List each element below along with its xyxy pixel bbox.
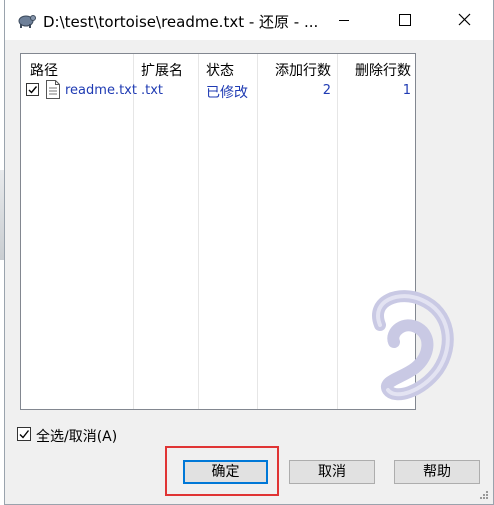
file-status-cell: 已修改 — [206, 85, 248, 101]
help-button[interactable]: 帮助 — [394, 460, 480, 484]
tortoise-icon — [18, 15, 36, 28]
column-divider — [198, 54, 199, 409]
checkmark-icon — [19, 430, 30, 439]
tortoise-watermark-icon — [372, 290, 454, 401]
column-header-added[interactable]: 添加行数 — [257, 60, 331, 80]
maximize-icon — [399, 14, 411, 26]
file-extension-cell: .txt — [141, 83, 164, 98]
column-divider — [133, 54, 134, 409]
column-divider — [337, 54, 338, 409]
close-icon — [458, 13, 471, 26]
revert-dialog: D:\test\tortoise\readme.txt - 还原 - ... 路… — [4, 0, 494, 505]
ok-button[interactable]: 确定 — [183, 460, 268, 484]
minimize-button[interactable] — [321, 0, 367, 40]
window-title: D:\test\tortoise\readme.txt - 还原 - ... — [43, 13, 319, 31]
lines-added-cell: 2 — [322, 83, 331, 98]
select-all-checkbox[interactable] — [17, 427, 31, 441]
column-header-extension[interactable]: 扩展名 — [141, 60, 183, 80]
checkmark-icon — [28, 86, 38, 94]
maximize-button[interactable] — [381, 0, 427, 40]
minimize-icon — [339, 20, 349, 21]
column-header-status[interactable]: 状态 — [206, 60, 234, 80]
lines-deleted-cell: 1 — [402, 83, 411, 98]
close-button[interactable] — [441, 0, 487, 40]
cancel-button[interactable]: 取消 — [289, 460, 375, 484]
column-divider — [257, 54, 258, 409]
text-file-icon — [46, 80, 60, 99]
column-header-deleted[interactable]: 删除行数 — [337, 60, 411, 80]
column-header-path[interactable]: 路径 — [30, 60, 58, 80]
row-checkbox[interactable] — [26, 83, 39, 96]
resize-grip-icon[interactable] — [479, 490, 489, 500]
select-all-label: 全选/取消(A) — [36, 429, 118, 445]
title-bar[interactable]: D:\test\tortoise\readme.txt - 还原 - ... — [5, 0, 493, 40]
changed-files-list[interactable]: 路径 扩展名 状态 添加行数 删除行数 readme.txt .txt 已修改 … — [20, 53, 416, 410]
file-path-cell[interactable]: readme.txt — [65, 83, 137, 98]
